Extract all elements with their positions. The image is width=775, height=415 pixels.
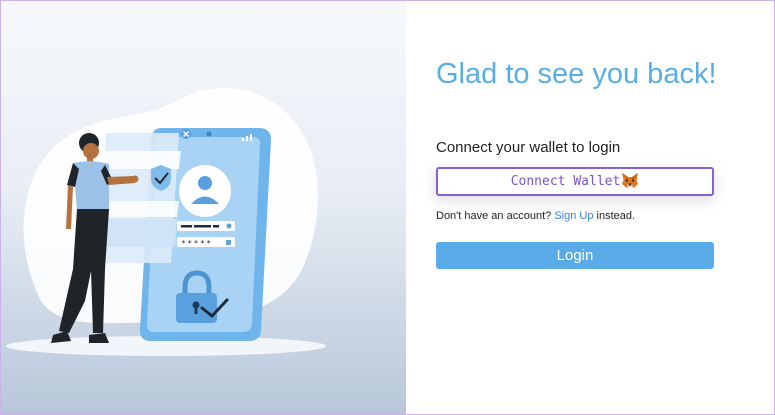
login-page: ***** Glad to see you back! Connect your… bbox=[0, 0, 775, 415]
connect-wallet-button-label: Connect Wallet bbox=[510, 174, 621, 189]
password-mask: ***** bbox=[181, 239, 213, 248]
login-illustration: ***** bbox=[1, 1, 406, 414]
login-button[interactable]: Login bbox=[436, 242, 714, 269]
connect-wallet-button[interactable]: Connect Wallet bbox=[436, 167, 714, 196]
login-panel: Glad to see you back! Connect your walle… bbox=[406, 1, 774, 414]
signup-prefix: Don't have an account? bbox=[436, 210, 552, 222]
page-title: Glad to see you back! bbox=[436, 58, 717, 90]
signup-suffix: instead. bbox=[596, 210, 636, 222]
connect-wallet-label: Connect your wallet to login bbox=[436, 139, 621, 156]
metamask-fox-icon bbox=[621, 172, 639, 192]
signup-prompt: Don't have an account? Sign Up instead. bbox=[436, 210, 635, 222]
illustration-svg: ***** bbox=[6, 88, 326, 356]
signup-link[interactable]: Sign Up bbox=[554, 210, 593, 222]
